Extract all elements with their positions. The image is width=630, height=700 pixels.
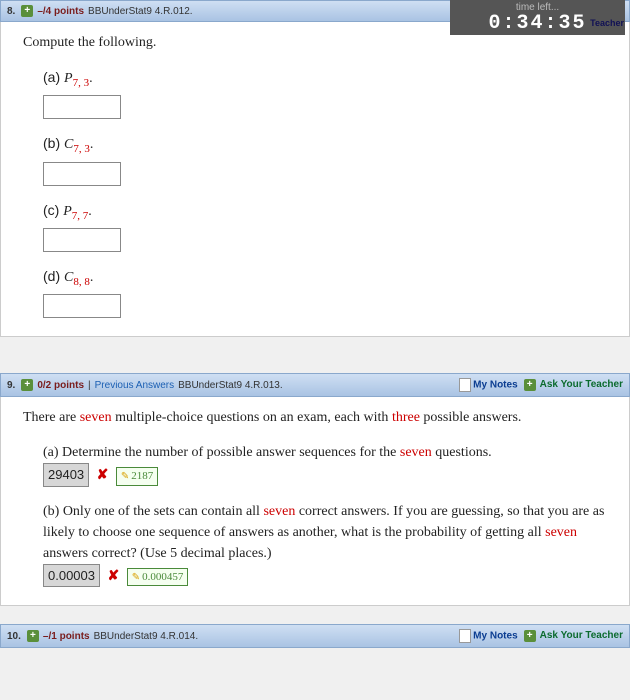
q10-source: BBUnderStat9 4.R.014.	[94, 631, 199, 642]
q8c-input[interactable]	[43, 228, 121, 252]
my-notes-link[interactable]: My Notes	[459, 378, 517, 392]
q10-points: –/1 points	[43, 631, 90, 642]
q9-body: There are seven multiple-choice question…	[0, 397, 630, 606]
q8-points: –/4 points	[37, 6, 84, 17]
q8a-input[interactable]	[43, 95, 121, 119]
q9-header: 9. + 0/2 points | Previous Answers BBUnd…	[0, 373, 630, 397]
q9-intro: There are seven multiple-choice question…	[23, 407, 607, 428]
q8-part-c: (c) P7, 7.	[43, 200, 607, 252]
expand-icon[interactable]: +	[21, 379, 33, 391]
ask-teacher-link[interactable]: +Ask Your Teacher	[524, 379, 623, 391]
q8d-input[interactable]	[43, 294, 121, 318]
q9-points: 0/2 points	[37, 380, 84, 391]
q8-part-b: (b) C7, 3.	[43, 133, 607, 185]
my-notes-link[interactable]: My Notes	[459, 629, 517, 643]
key-icon: ✎	[132, 570, 140, 585]
plus-icon: +	[524, 379, 536, 391]
q10-number: 10.	[7, 631, 21, 642]
key-icon: ✎	[121, 469, 129, 484]
note-icon	[459, 629, 471, 643]
plus-icon: +	[524, 630, 536, 642]
previous-answers-link[interactable]: Previous Answers	[95, 380, 174, 391]
expand-icon[interactable]: +	[27, 630, 39, 642]
q8-number: 8.	[7, 6, 15, 17]
q9-number: 9.	[7, 380, 15, 391]
q8-prompt: Compute the following.	[23, 32, 607, 53]
teacher-tag: Teacher	[590, 18, 624, 28]
q8-part-d: (d) C8, 8.	[43, 266, 607, 318]
wrong-icon: ✘	[97, 468, 109, 483]
q9b-user-answer[interactable]: 0.00003	[43, 564, 100, 588]
q9a-user-answer[interactable]: 29403	[43, 463, 89, 487]
wrong-icon: ✘	[108, 569, 120, 584]
q9-part-a: (a) Determine the number of possible ans…	[43, 442, 607, 487]
expand-icon[interactable]: +	[21, 5, 33, 17]
q9-source: BBUnderStat9 4.R.013.	[178, 380, 283, 391]
q8-part-a: (a) P7, 3.	[43, 67, 607, 119]
q8b-input[interactable]	[43, 162, 121, 186]
q8-body: Compute the following. (a) P7, 3. (b) C7…	[0, 22, 630, 337]
q9b-correct-answer: ✎0.000457	[127, 568, 189, 587]
q10-header: 10. + –/1 points BBUnderStat9 4.R.014. M…	[0, 624, 630, 648]
note-icon	[459, 378, 471, 392]
ask-teacher-link[interactable]: +Ask Your Teacher	[524, 630, 623, 642]
q9-part-b: (b) Only one of the sets can contain all…	[43, 501, 607, 588]
q8-source: BBUnderStat9 4.R.012.	[88, 6, 193, 17]
q9a-correct-answer: ✎2187	[116, 467, 158, 486]
